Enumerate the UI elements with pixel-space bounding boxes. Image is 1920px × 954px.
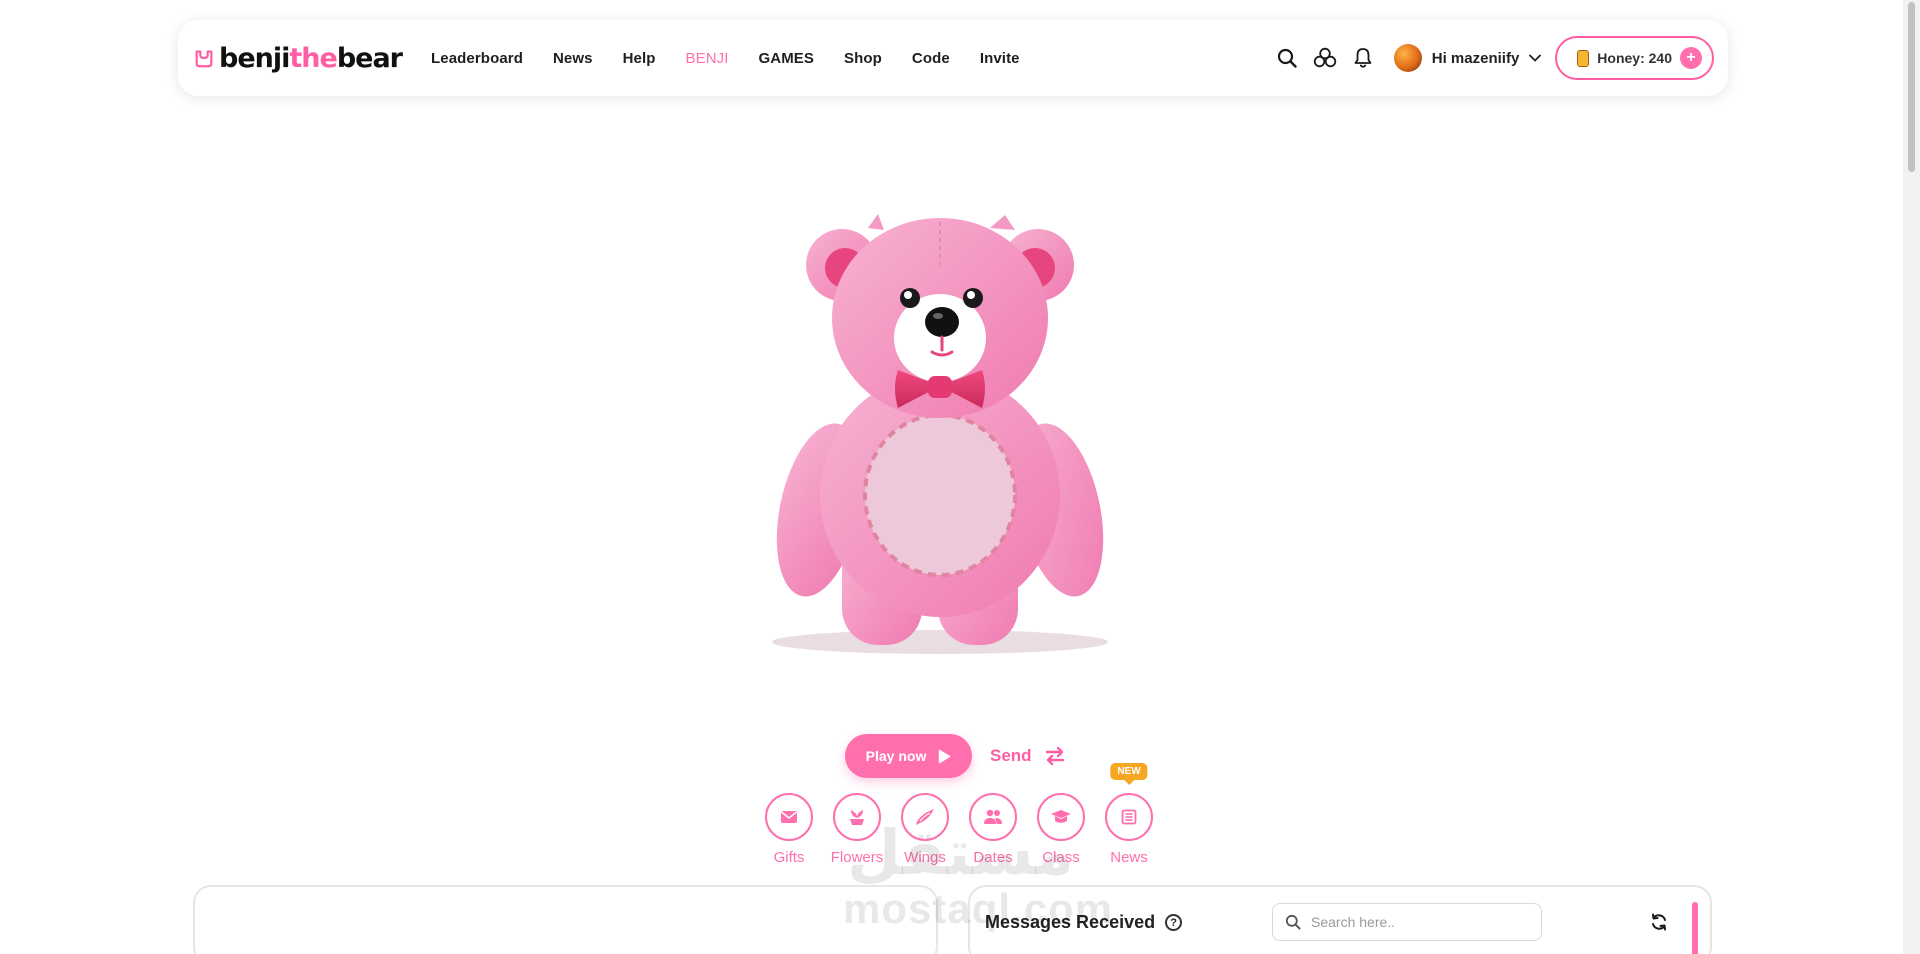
category-class[interactable]: Class	[1027, 793, 1095, 866]
honey-jar-icon	[1577, 49, 1590, 67]
avatar	[1393, 44, 1422, 72]
flower-icon[interactable]	[833, 793, 881, 841]
logo[interactable]: benji the bear	[193, 42, 403, 74]
category-label: Class	[1042, 849, 1080, 866]
envelope-icon[interactable]	[765, 793, 813, 841]
messages-search[interactable]	[1272, 903, 1542, 941]
nav-benji[interactable]: BENJI	[685, 50, 728, 67]
nav-help[interactable]: Help	[623, 50, 656, 67]
logo-text-the: the	[289, 42, 337, 74]
category-dates[interactable]: Dates	[959, 793, 1027, 866]
help-icon[interactable]: ?	[1165, 914, 1183, 931]
primary-actions: Play now Send	[845, 734, 1066, 778]
benji-bear-avatar[interactable]	[760, 210, 1120, 660]
category-wings[interactable]: Wings	[891, 793, 959, 866]
search-input[interactable]	[1311, 914, 1511, 930]
scrollbar-thumb[interactable]	[1908, 2, 1915, 172]
people-icon[interactable]	[969, 793, 1017, 841]
scroll-indicator[interactable]	[1692, 902, 1698, 954]
search-icon[interactable]	[1274, 45, 1300, 71]
search-icon	[1285, 914, 1301, 930]
header-actions: Hi mazeniify Honey: 240 +	[1262, 36, 1714, 80]
user-greeting: Hi mazeniify	[1431, 49, 1520, 67]
messages-header: Messages Received ?	[985, 912, 1183, 933]
category-menu: Gifts Flowers Wings Dates Class NEW News	[755, 763, 1163, 866]
left-panel	[193, 885, 938, 954]
newspaper-icon[interactable]	[1105, 793, 1153, 841]
logo-text-benji: benji	[219, 42, 290, 74]
play-now-button[interactable]: Play now	[845, 734, 972, 778]
new-badge: NEW	[1110, 763, 1148, 780]
category-label: Dates	[973, 849, 1013, 866]
messages-panel: Messages Received ?	[968, 885, 1712, 954]
nav-code[interactable]: Code	[912, 50, 950, 67]
nav-invite[interactable]: Invite	[980, 50, 1020, 67]
page-scrollbar[interactable]	[1903, 0, 1920, 954]
refresh-icon[interactable]	[1650, 913, 1668, 935]
category-label: Wings	[904, 849, 946, 866]
category-label: News	[1110, 849, 1148, 866]
bell-icon[interactable]	[1350, 45, 1376, 71]
category-label: Flowers	[830, 849, 884, 866]
nav-shop[interactable]: Shop	[844, 50, 882, 67]
user-menu[interactable]: Hi mazeniify	[1393, 44, 1542, 72]
top-navbar: benji the bear Leaderboard News Help BENJI…	[178, 20, 1728, 96]
play-icon	[939, 749, 951, 763]
bear-logo-icon	[195, 50, 213, 68]
chevron-down-icon	[1529, 54, 1542, 62]
category-flowers[interactable]: Flowers	[823, 793, 891, 866]
logo-text-bear: bear	[336, 42, 403, 74]
add-honey-icon[interactable]: +	[1680, 47, 1702, 69]
nav-leaderboard[interactable]: Leaderboard	[431, 50, 523, 67]
main-nav: Leaderboard News Help BENJI GAMES Shop C…	[431, 50, 1050, 67]
send-label: Send	[990, 746, 1032, 765]
swap-arrows-icon	[1045, 746, 1064, 766]
friends-icon[interactable]	[1312, 45, 1338, 71]
category-label: Gifts	[773, 849, 805, 866]
nav-news[interactable]: News	[553, 50, 593, 67]
category-news[interactable]: NEW News	[1095, 763, 1163, 866]
category-gifts[interactable]: Gifts	[755, 793, 823, 866]
play-now-label: Play now	[865, 748, 927, 764]
messages-title: Messages Received	[985, 912, 1156, 932]
wing-icon[interactable]	[901, 793, 949, 841]
graduation-cap-icon[interactable]	[1037, 793, 1085, 841]
send-button[interactable]: Send	[990, 745, 1066, 767]
nav-games[interactable]: GAMES	[759, 50, 815, 67]
honey-balance: Honey: 240	[1597, 50, 1672, 66]
honey-balance-button[interactable]: Honey: 240 +	[1555, 36, 1714, 80]
